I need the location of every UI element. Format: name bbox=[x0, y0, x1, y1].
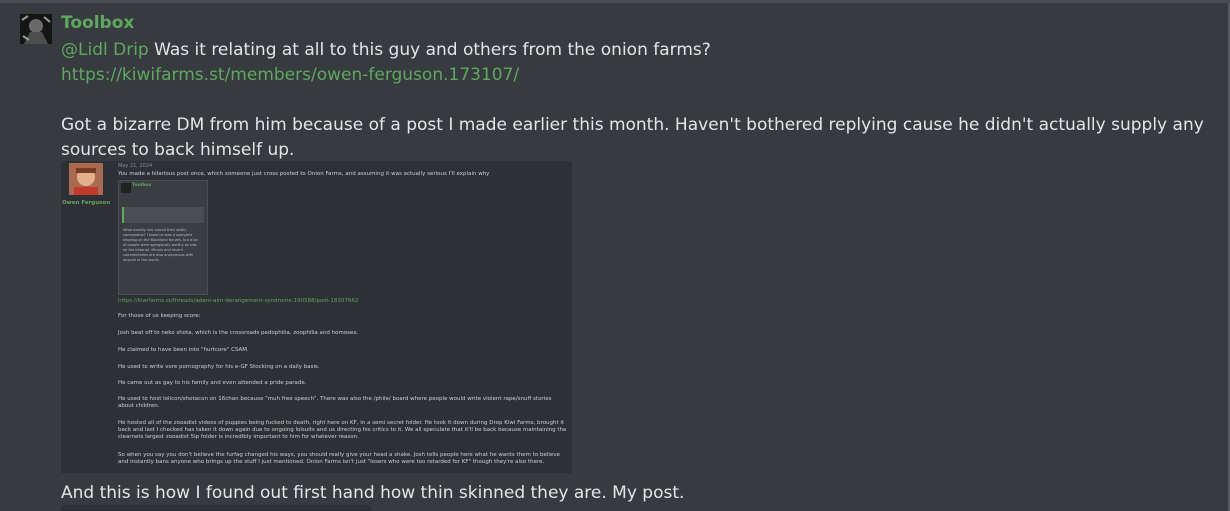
inner-avatar-icon bbox=[121, 183, 131, 193]
next-embed-preview bbox=[61, 505, 371, 511]
question-text: Was it relating at all to this guy and o… bbox=[154, 40, 711, 60]
inner-quote-block bbox=[122, 207, 204, 223]
embed-item: For those of us keeping score: bbox=[118, 313, 201, 319]
post-username[interactable]: Toolbox bbox=[61, 13, 134, 33]
user-mention[interactable]: @Lidl Drip bbox=[61, 40, 149, 60]
profile-link[interactable]: https://kiwifarms.st/members/owen-fergus… bbox=[61, 65, 519, 85]
avatar[interactable] bbox=[20, 14, 52, 44]
post-question-line: @Lidl Drip Was it relating at all to thi… bbox=[61, 40, 711, 60]
inner-text: What exactly has voiced their wildly com… bbox=[123, 228, 198, 262]
avatar-image bbox=[20, 14, 52, 44]
embed-avatar bbox=[69, 163, 103, 195]
embed-item: He hosted all of the zooadist videos of … bbox=[118, 420, 567, 440]
embed-link: https://kiwifarms.st/threads/adam-aim-de… bbox=[118, 298, 359, 304]
embed-item: He used to host lolicon/shotacon on 16ch… bbox=[118, 396, 552, 409]
top-border bbox=[0, 0, 1230, 3]
inner-username: Toolbox bbox=[132, 183, 152, 188]
embed-intro: You made a hilarious post once, which so… bbox=[118, 171, 490, 177]
post-paragraph-continued: sources to back himself up. bbox=[61, 140, 295, 160]
post-paragraph: Got a bizarre DM from him because of a p… bbox=[61, 115, 1204, 135]
embedded-quote-post: Toolbox What exactly has voiced their wi… bbox=[118, 180, 208, 295]
embed-item: He used to write vore pornography for hi… bbox=[118, 364, 320, 370]
embed-item: He came out as gay to his family and eve… bbox=[118, 380, 307, 386]
embed-item: So when you say you don't believe the fu… bbox=[118, 452, 560, 465]
embed-item: Josh beat off to neko shota, which is th… bbox=[118, 330, 359, 336]
embed-date: May 21, 2024 bbox=[118, 163, 153, 169]
embedded-screenshot[interactable]: Owen Ferguson May 21, 2024 You made a hi… bbox=[61, 161, 572, 473]
post-closing: And this is how I found out first hand h… bbox=[61, 483, 685, 503]
embed-item: He claimed to have been into "hurtcore" … bbox=[118, 347, 249, 353]
embed-author: Owen Ferguson bbox=[62, 200, 111, 206]
